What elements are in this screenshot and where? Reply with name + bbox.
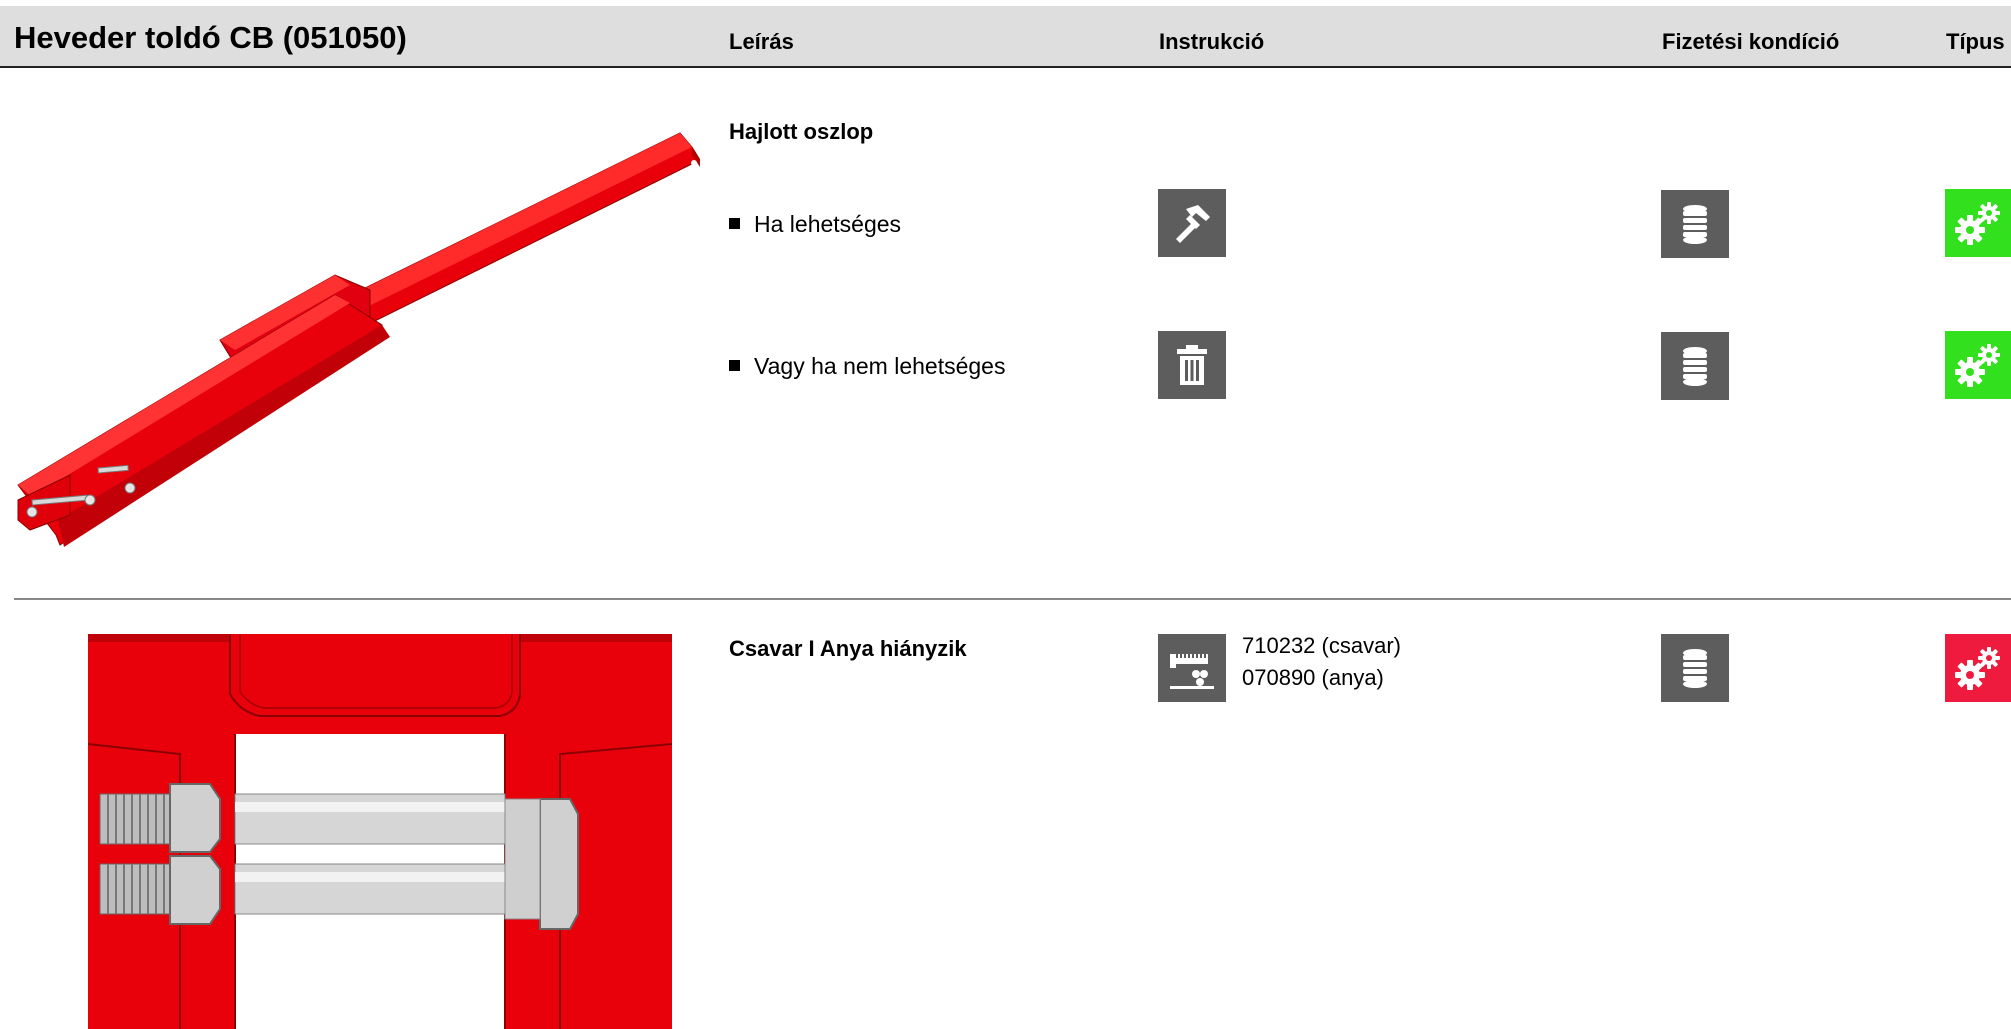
column-header-instrukcio: Instrukció <box>1159 29 1265 54</box>
column-header-leiras: Leírás <box>729 29 794 54</box>
coins-icon <box>1661 332 1729 400</box>
bullet-icon <box>729 360 740 371</box>
gears-icon <box>1945 331 2011 399</box>
part-number-nut: 070890 (anya) <box>1242 665 1384 690</box>
table-header: Heveder toldó CB (051050) Leírás Instruk… <box>0 6 2011 68</box>
bullet-icon <box>729 218 740 229</box>
gears-icon <box>1945 189 2011 257</box>
part-numbers: 710232 (csavar) 070890 (anya) <box>1242 630 1401 694</box>
list-item: Ha lehetséges <box>729 211 901 238</box>
row-divider <box>14 598 2011 600</box>
column-header-tipus: Típus <box>1946 29 2005 54</box>
section-title-csavar-anya: Csavar I Anya hiányzik <box>729 636 967 661</box>
trash-icon <box>1158 331 1226 399</box>
bolt-nut-parts-icon <box>1158 634 1226 702</box>
list-item: Vagy ha nem lehetséges <box>729 353 1005 380</box>
coins-icon <box>1661 634 1729 702</box>
bent-post-illustration <box>17 132 700 547</box>
section-title-hajlott-oszlop: Hajlott oszlop <box>729 119 874 144</box>
bolt-nut-illustration <box>80 634 680 1029</box>
hammer-icon <box>1158 189 1226 257</box>
page-title: Heveder toldó CB (051050) <box>14 20 407 55</box>
gears-icon <box>1945 634 2011 702</box>
coins-icon <box>1661 190 1729 258</box>
item-label: Ha lehetséges <box>754 211 902 237</box>
part-number-bolt: 710232 (csavar) <box>1242 633 1401 658</box>
column-header-fizetesi: Fizetési kondíció <box>1662 29 1840 54</box>
item-label: Vagy ha nem lehetséges <box>754 353 1006 379</box>
